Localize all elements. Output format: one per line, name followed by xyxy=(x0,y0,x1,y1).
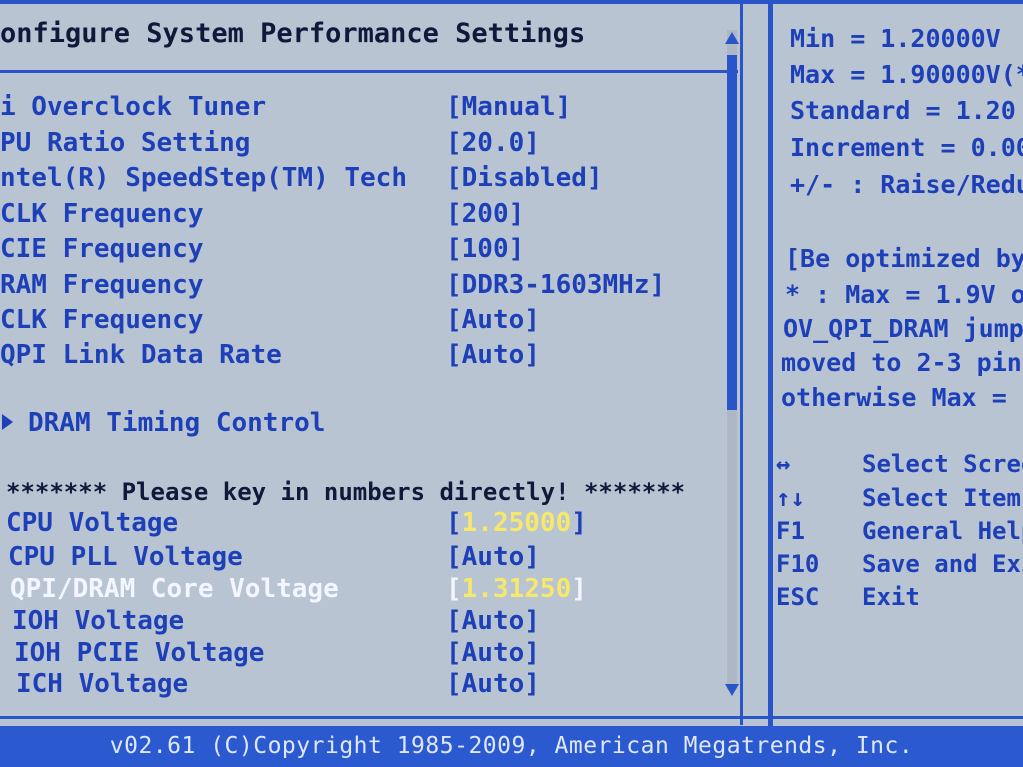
help-adjust: +/- : Raise/Redu xyxy=(790,170,1023,199)
setting-label: IOH PCIE Voltage xyxy=(14,638,265,668)
setting-label: QPI Link Data Rate xyxy=(0,340,282,370)
help-standard: Standard = 1.20 xyxy=(790,96,1016,125)
help-max: Max = 1.90000V(* xyxy=(790,60,1023,89)
help-increment: Increment = 0.00 xyxy=(790,133,1023,162)
setting-label: CPU PLL Voltage xyxy=(8,542,243,572)
setting-cpu-voltage[interactable]: CPU Voltage [1.25000] xyxy=(0,508,735,542)
setting-label: CPU Voltage xyxy=(6,508,179,538)
up-down-arrow-icon: ↑↓ xyxy=(776,484,805,512)
key-desc: Exit xyxy=(862,583,920,611)
setting-label: ICH Voltage xyxy=(16,669,189,699)
copyright-footer: v02.61 (C)Copyright 1985-2009, American … xyxy=(0,726,1023,767)
key-desc: Select Item xyxy=(862,484,1021,512)
scroll-up-arrow-icon[interactable] xyxy=(725,32,739,44)
setting-ioh-pcie-voltage[interactable]: IOH PCIE Voltage [Auto] xyxy=(0,638,735,672)
help-note-3: OV_QPI_DRAM jumpe xyxy=(783,314,1023,343)
setting-value[interactable]: [1.25000] xyxy=(446,508,587,538)
key-desc: General Help xyxy=(862,517,1023,545)
setting-value[interactable]: [Auto] xyxy=(446,606,540,636)
setting-value[interactable]: [DDR3-1603MHz] xyxy=(446,270,665,300)
setting-value[interactable]: [20.0] xyxy=(446,128,540,158)
setting-value[interactable]: [Auto] xyxy=(446,305,540,335)
left-right-arrow-icon: ↔ xyxy=(776,450,791,478)
scroll-down-arrow-icon[interactable] xyxy=(725,684,739,696)
setting-value[interactable]: [200] xyxy=(446,199,524,229)
setting-label: QPI/DRAM Core Voltage xyxy=(10,574,339,604)
setting-value[interactable]: [Auto] xyxy=(446,638,540,668)
key-select-item: ↑↓ Select Item xyxy=(776,484,1023,516)
setting-cpu-ratio[interactable]: PU Ratio Setting [20.0] xyxy=(0,128,735,162)
key-save-exit: F10 Save and Exi xyxy=(776,550,1023,582)
setting-value[interactable]: [Manual] xyxy=(446,92,571,122)
setting-bclk-frequency[interactable]: CLK Frequency [200] xyxy=(0,199,735,233)
bios-screen: onfigure System Performance Settings i O… xyxy=(0,0,1023,767)
setting-label: RAM Frequency xyxy=(0,270,204,300)
setting-cpu-pll-voltage[interactable]: CPU PLL Voltage [Auto] xyxy=(0,542,735,576)
setting-label: CLK Frequency xyxy=(0,305,204,335)
help-min: Min = 1.20000V xyxy=(790,24,1001,53)
setting-label: i Overclock Tuner xyxy=(0,92,267,122)
setting-ioh-voltage[interactable]: IOH Voltage [Auto] xyxy=(0,606,735,640)
key-help: F1 General Help xyxy=(776,517,1023,549)
submenu-arrow-icon xyxy=(2,414,13,430)
key-select-screen: ↔ Select Scree xyxy=(776,450,1023,482)
key-desc: Save and Exi xyxy=(862,550,1023,578)
setting-value[interactable]: [100] xyxy=(446,234,524,264)
page-title: onfigure System Performance Settings xyxy=(0,18,586,49)
setting-value[interactable]: [Auto] xyxy=(446,669,540,699)
help-note-1: [Be optimized by xyxy=(785,244,1023,273)
setting-speedstep[interactable]: ntel(R) SpeedStep(TM) Tech [Disabled] xyxy=(0,163,735,197)
setting-label: CLK Frequency xyxy=(0,199,204,229)
panel-divider-inner xyxy=(740,0,743,725)
settings-panel: onfigure System Performance Settings i O… xyxy=(0,0,735,716)
setting-qpi-link-rate[interactable]: QPI Link Data Rate [Auto] xyxy=(0,340,735,374)
input-notice: ******* Please key in numbers directly! … xyxy=(6,478,686,506)
setting-qpi-dram-core-voltage[interactable]: QPI/DRAM Core Voltage [1.31250] xyxy=(0,574,735,608)
setting-uclk-frequency[interactable]: CLK Frequency [Auto] xyxy=(0,305,735,339)
setting-ai-overclock-tuner[interactable]: i Overclock Tuner [Manual] xyxy=(0,92,735,126)
submenu-label: DRAM Timing Control xyxy=(28,408,326,438)
key-desc: Select Scree xyxy=(862,450,1023,478)
help-note-5: otherwise Max = 1 xyxy=(781,383,1023,412)
key-exit: ESC Exit xyxy=(776,583,1023,615)
help-note-2: * : Max = 1.9V or xyxy=(785,280,1023,309)
bottom-border xyxy=(0,716,1023,719)
setting-value[interactable]: [Disabled] xyxy=(446,163,603,193)
setting-value[interactable]: [1.31250] xyxy=(446,574,587,604)
setting-pcie-frequency[interactable]: CIE Frequency [100] xyxy=(0,234,735,268)
key-name: ESC xyxy=(776,583,820,611)
setting-label: PU Ratio Setting xyxy=(0,128,251,158)
help-note-4: moved to 2-3 pins xyxy=(781,348,1023,377)
setting-label: IOH Voltage xyxy=(12,606,185,636)
scrollbar-thumb[interactable] xyxy=(727,55,737,410)
setting-ich-voltage[interactable]: ICH Voltage [Auto] xyxy=(0,669,735,703)
setting-dram-frequency[interactable]: RAM Frequency [DDR3-1603MHz] xyxy=(0,270,735,304)
submenu-dram-timing[interactable]: DRAM Timing Control xyxy=(0,408,735,442)
setting-value[interactable]: [Auto] xyxy=(446,340,540,370)
key-name: F1 xyxy=(776,517,805,545)
help-panel: Min = 1.20000V Max = 1.90000V(* Standard… xyxy=(773,0,1023,716)
setting-label: ntel(R) SpeedStep(TM) Tech xyxy=(0,163,407,193)
setting-value[interactable]: [Auto] xyxy=(446,542,540,572)
setting-label: CIE Frequency xyxy=(0,234,204,264)
key-name: F10 xyxy=(776,550,820,578)
